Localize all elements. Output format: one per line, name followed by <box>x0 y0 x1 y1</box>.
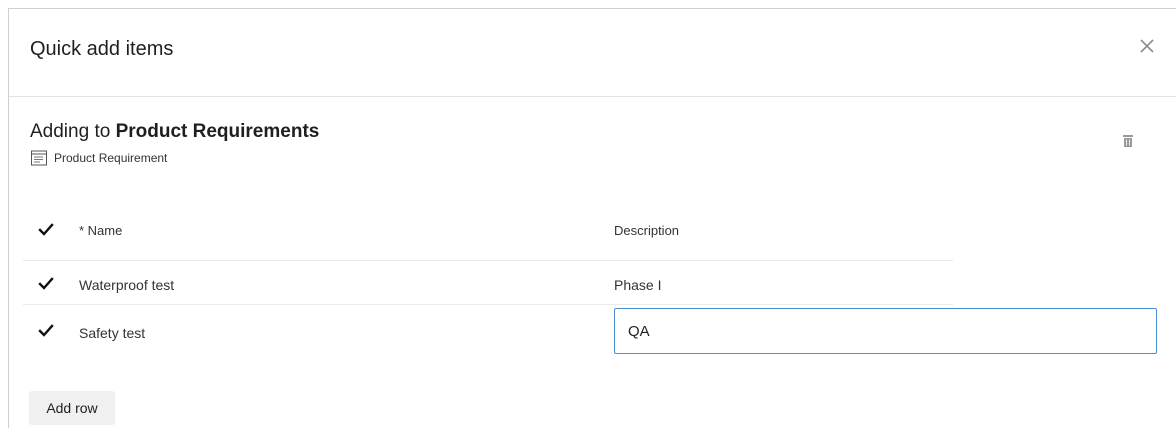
dialog-title: Quick add items <box>30 38 174 60</box>
requirement-icon <box>31 150 47 166</box>
row-name[interactable]: Safety test <box>79 325 145 341</box>
adding-heading: Adding to Product Requirements <box>30 121 319 143</box>
trash-icon[interactable] <box>1120 133 1136 149</box>
add-row-button[interactable]: Add row <box>29 391 115 425</box>
name-column-header: * Name <box>79 223 123 238</box>
item-type-label: Product Requirement <box>54 151 168 165</box>
row-divider <box>23 260 953 261</box>
adding-prefix: Adding to <box>30 121 111 142</box>
row-description[interactable]: Phase I <box>614 277 661 293</box>
close-icon[interactable] <box>1136 35 1158 57</box>
row-divider <box>23 304 953 305</box>
description-column-header: Description <box>614 223 680 238</box>
row-name[interactable]: Waterproof test <box>79 277 174 293</box>
header-divider <box>9 96 1176 97</box>
description-input[interactable] <box>614 308 1157 354</box>
row-checkbox[interactable] <box>37 275 55 293</box>
target-name: Product Requirements <box>115 121 320 142</box>
select-all-checkbox[interactable] <box>37 221 55 239</box>
item-type: Product Requirement <box>30 149 167 167</box>
row-checkbox[interactable] <box>37 322 55 340</box>
quick-add-dialog: Quick add items Adding to Product Requir… <box>8 8 1176 428</box>
